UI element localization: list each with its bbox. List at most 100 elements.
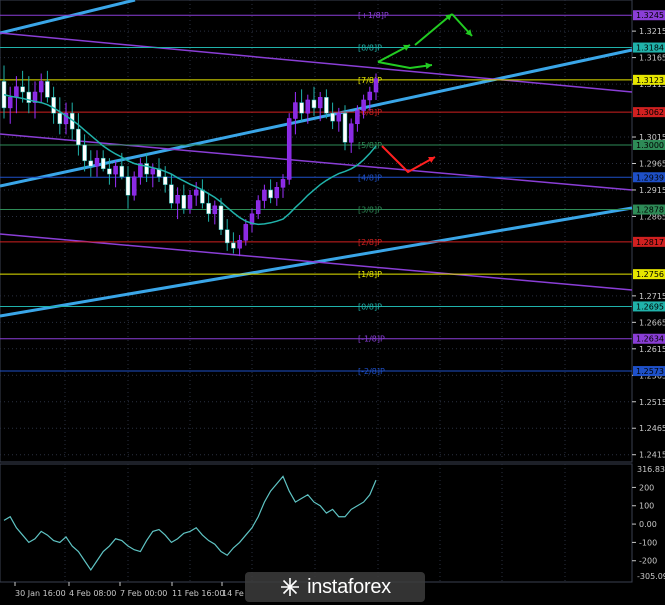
candle-body — [237, 240, 242, 249]
logo-icon — [281, 578, 300, 596]
candle-body — [94, 157, 100, 167]
level-badge-text: 1.3062 — [636, 108, 664, 117]
level-badge-text: 1.2817 — [636, 238, 664, 247]
price-tick-label: 1.2665 — [639, 318, 665, 327]
price-chart: [+1/8]P[8/8]P[7/8]P[6/8]P[5/8]P[4/8]P[3/… — [0, 0, 665, 605]
candle-body — [88, 160, 94, 167]
candle-body — [274, 187, 280, 199]
time-tick-label: 30 Jan 16:00 — [15, 589, 66, 598]
cci-tick-label: 0.00 — [639, 520, 657, 529]
candle-body — [113, 165, 118, 175]
candle-body — [175, 195, 180, 204]
cci-min-label: -305.0964 — [637, 572, 665, 581]
candle-body — [330, 112, 335, 122]
candle-body — [355, 110, 360, 125]
level-badge-text: 1.2573 — [636, 367, 664, 376]
candle-body — [51, 97, 56, 114]
cci-max-label: 316.8344 — [637, 465, 665, 474]
candle-body — [38, 81, 44, 93]
level-label: [2/8]P — [358, 238, 382, 247]
time-tick-label: 7 Feb 00:00 — [120, 589, 167, 598]
candle-body — [82, 144, 87, 162]
candle-body — [268, 189, 273, 199]
time-tick-label: 14 Fe — [222, 589, 244, 598]
price-tick-label: 1.2965 — [639, 159, 665, 168]
candle-body — [144, 163, 149, 175]
cci-tick-label: 200 — [639, 483, 654, 492]
candle-body — [76, 128, 81, 146]
price-tick-label: 1.2915 — [639, 186, 665, 195]
price-tick-label: 1.2415 — [639, 451, 665, 460]
level-badge-text: 1.3000 — [636, 141, 664, 150]
level-label: [7/8]P — [358, 76, 382, 85]
price-tick-label: 1.2465 — [639, 424, 665, 433]
cci-tick-label: -200 — [639, 557, 657, 566]
candle-body — [293, 102, 298, 119]
candle-body — [181, 195, 187, 209]
candle-body — [317, 97, 323, 109]
candle-body — [311, 99, 317, 109]
level-label: [-1/8]P — [358, 335, 385, 344]
price-tick-label: 1.2615 — [639, 345, 665, 354]
price-tick-label: 1.2715 — [639, 292, 665, 301]
level-label: [0/8]P — [358, 302, 382, 311]
candle-body — [361, 99, 366, 111]
candle-body — [255, 200, 261, 215]
candle-body — [224, 229, 230, 244]
candle-body — [299, 102, 304, 114]
candle-body — [107, 168, 112, 175]
price-tick-label: 1.3165 — [639, 54, 665, 63]
candle-body — [187, 195, 193, 209]
candle-body — [14, 86, 19, 98]
candle-body — [125, 176, 131, 196]
candle-body — [150, 168, 156, 175]
level-label: [4/8]P — [358, 173, 382, 182]
level-badge-text: 1.2695 — [636, 302, 664, 311]
cci-tick-label: 100 — [639, 502, 654, 511]
level-badge-text: 1.3184 — [636, 44, 664, 53]
candle-body — [200, 189, 205, 204]
candle-body — [7, 97, 13, 109]
candle-body — [262, 189, 267, 201]
candle-body — [162, 176, 168, 185]
candle-body — [169, 184, 174, 204]
candle-body — [131, 176, 137, 196]
candle-body — [206, 202, 211, 215]
price-tick-label: 1.3215 — [639, 27, 665, 36]
instaforex-logo: instaforex — [245, 572, 425, 602]
time-tick-label: 4 Feb 08:00 — [69, 589, 116, 598]
time-tick-label: 11 Feb 16:00 — [172, 589, 224, 598]
candle-body — [367, 91, 373, 101]
candle-body — [286, 118, 292, 180]
level-label: [1/8]P — [358, 270, 382, 279]
price-tick-label: 1.2515 — [639, 398, 665, 407]
level-badge-text: 1.3245 — [636, 11, 664, 20]
candle-body — [348, 123, 354, 143]
candle-body — [193, 189, 199, 196]
candle-body — [20, 86, 25, 93]
candle-body — [336, 112, 342, 122]
candle-body — [45, 81, 50, 98]
candle-body — [342, 112, 348, 143]
candle-body — [57, 112, 63, 125]
level-badge-text: 1.3123 — [636, 76, 664, 85]
level-label: [3/8]P — [358, 206, 382, 215]
candle-body — [305, 99, 311, 114]
level-label: [+1/8]P — [358, 11, 389, 20]
level-badge-text: 1.2756 — [636, 270, 664, 279]
level-label: [8/8]P — [358, 44, 382, 53]
candle-body — [280, 179, 286, 188]
level-badge-text: 1.2939 — [636, 173, 664, 182]
cci-tick-label: -100 — [639, 538, 657, 547]
candle-body — [100, 157, 106, 170]
candle-body — [324, 97, 329, 114]
candle-body — [218, 205, 224, 230]
level-badge-text: 1.2878 — [636, 206, 664, 215]
level-badge-text: 1.2634 — [636, 335, 664, 344]
candle-body — [373, 78, 379, 93]
candle-body — [231, 242, 236, 249]
candle-body — [119, 165, 125, 177]
candle-body — [243, 224, 249, 241]
logo-text: instaforex — [307, 575, 391, 598]
candle-body — [212, 205, 218, 215]
